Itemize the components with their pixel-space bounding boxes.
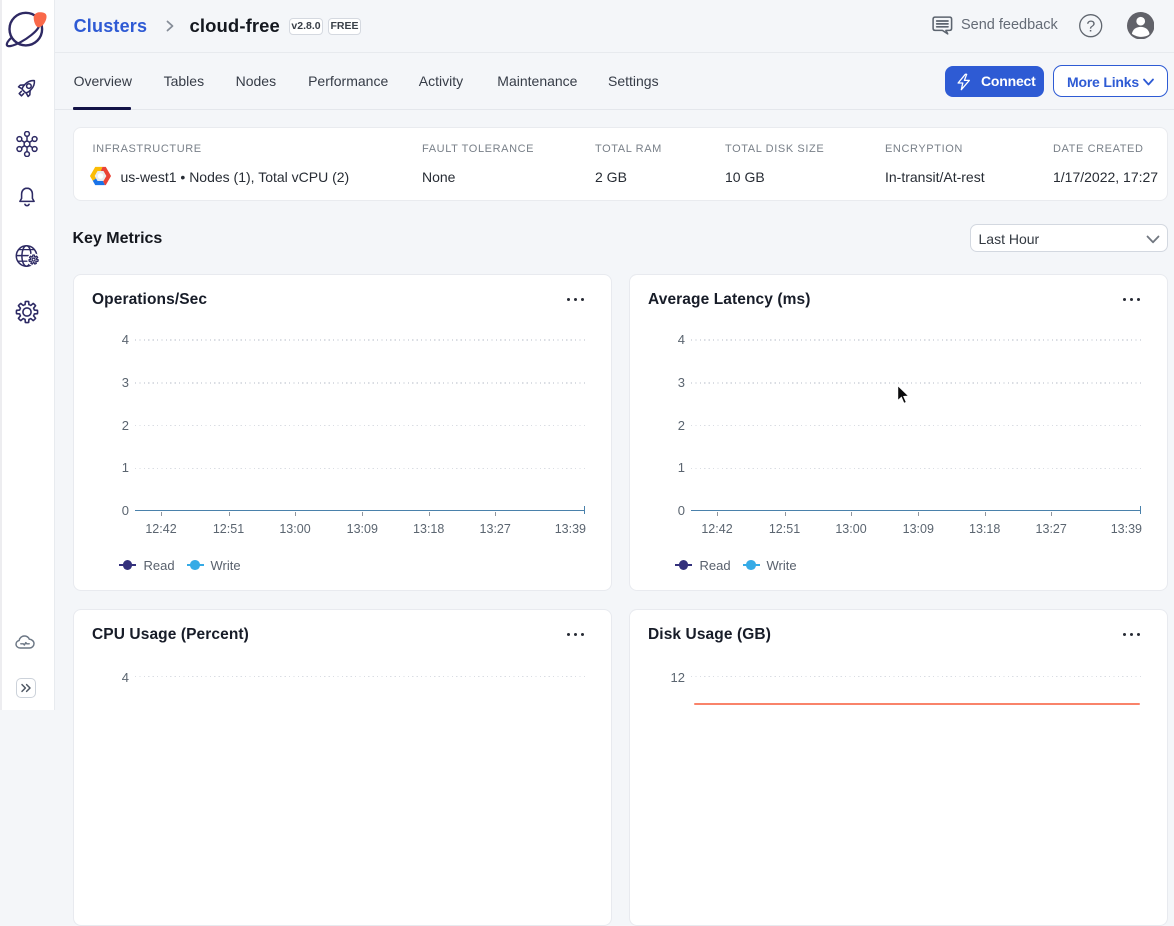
- svg-text:?: ?: [1086, 18, 1095, 35]
